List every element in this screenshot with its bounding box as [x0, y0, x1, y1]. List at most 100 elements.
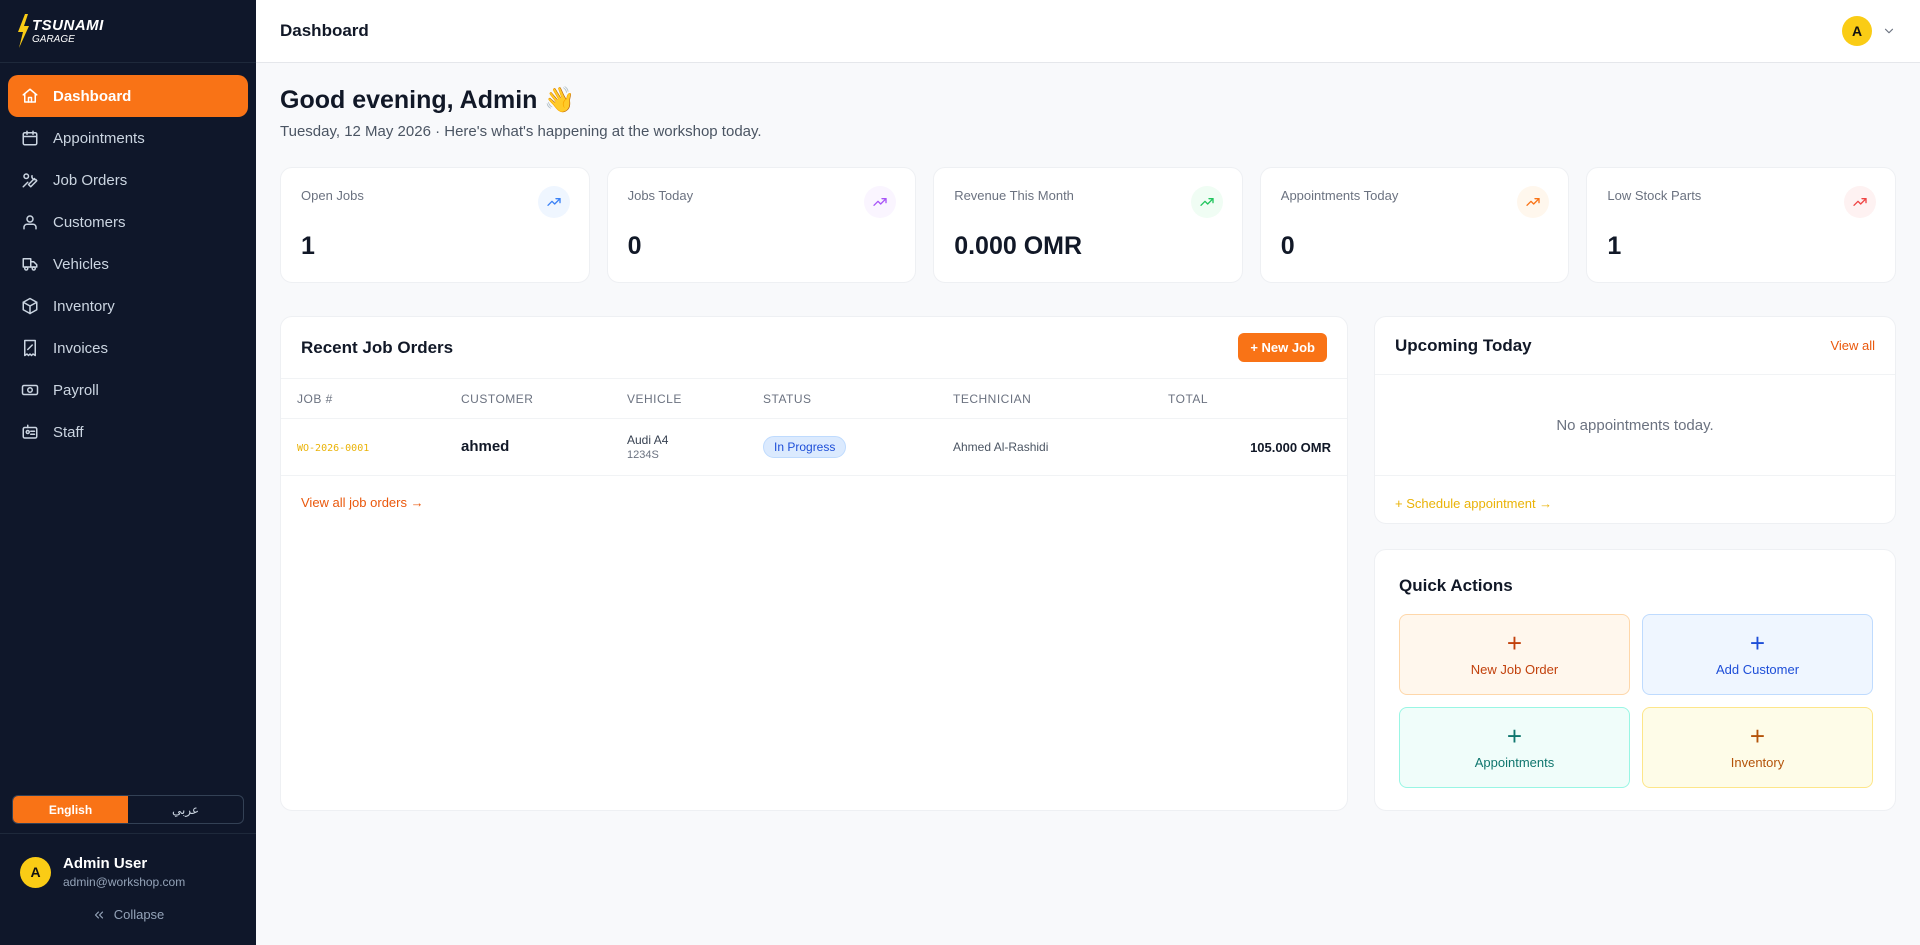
quick-action-add-customer[interactable]: + Add Customer — [1642, 614, 1873, 695]
receipt-icon — [24, 339, 36, 357]
table-row[interactable]: WO-2026-0001 ahmed Audi A4 1234S In Prog… — [281, 419, 1347, 476]
sidebar-nav: Dashboard Appointments Job Orders Custom… — [0, 63, 256, 465]
job-number-link[interactable]: WO-2026-0001 — [297, 443, 369, 454]
quick-action-appointments[interactable]: + Appointments — [1399, 707, 1630, 788]
stat-label: Revenue This Month — [954, 188, 1074, 203]
vehicle-model: Audi A4 — [627, 433, 669, 447]
sidebar-item-label: Dashboard — [53, 87, 132, 105]
quick-action-label: Inventory — [1730, 755, 1785, 770]
view-all-job-orders-link[interactable]: View all job orders → — [301, 495, 424, 510]
sidebar-item-label: Customers — [53, 213, 126, 231]
brand-logo[interactable]: TSUNAMI GARAGE — [16, 14, 104, 48]
customer-name: ahmed — [461, 438, 510, 455]
sidebar: TSUNAMI GARAGE Dashboard Appointments Jo… — [0, 0, 256, 945]
cash-icon — [21, 384, 39, 396]
quick-actions-card: Quick Actions + New Job Order + Add Cust… — [1374, 549, 1896, 811]
trending-up-icon — [537, 186, 570, 218]
collapse-label: Collapse — [113, 907, 165, 922]
brand-line2: GARAGE — [32, 33, 75, 45]
schedule-appointment-link[interactable]: + Schedule appointment → — [1375, 476, 1895, 531]
column-header[interactable]: JOB # — [281, 392, 461, 406]
sidebar-item-label: Inventory — [53, 297, 115, 315]
view-all-appointments-link[interactable]: View all — [1830, 338, 1875, 353]
status-badge: In Progress — [763, 436, 847, 458]
column-header[interactable]: STATUS — [763, 392, 953, 406]
topbar: Dashboard A — [256, 0, 1920, 63]
truck-icon — [22, 258, 38, 271]
table-header: JOB # CUSTOMER VEHICLE STATUS TECHNICIAN… — [281, 379, 1347, 419]
greeting-title: Good evening, Admin 👋 — [280, 86, 576, 114]
sidebar-item-label: Appointments — [53, 129, 145, 147]
job-total: 105.000 OMR — [1250, 439, 1331, 455]
stat-value: 1 — [301, 232, 315, 260]
stat-value: 1 — [1607, 232, 1622, 260]
card-title: Upcoming Today — [1395, 335, 1532, 355]
card-header: Recent Job Orders + New Job — [281, 317, 1347, 379]
stat-value: 0.000 OMR — [954, 232, 1083, 260]
sidebar-item-label: Payroll — [53, 381, 99, 399]
user-email: admin@workshop.com — [63, 875, 186, 889]
plus-icon: + — [1506, 628, 1523, 658]
quick-action-label: Add Customer — [1715, 662, 1800, 677]
stat-card-revenue[interactable]: Revenue This Month 0.000 OMR — [933, 167, 1243, 283]
trending-up-icon — [1190, 186, 1223, 218]
trending-up-icon — [1843, 186, 1876, 218]
users-icon — [23, 215, 37, 230]
trending-up-icon — [864, 186, 897, 218]
sidebar-item-payroll[interactable]: Payroll — [8, 369, 248, 411]
column-header[interactable]: TOTAL — [1168, 392, 1347, 406]
column-header[interactable]: TECHNICIAN — [953, 392, 1168, 406]
vehicle-plate: 1234S — [627, 449, 659, 461]
stat-card-jobs-today[interactable]: Jobs Today 0 — [606, 167, 917, 283]
sidebar-item-appointments[interactable]: Appointments — [8, 117, 248, 159]
user-name: Admin User — [63, 855, 148, 872]
stat-card-open-jobs[interactable]: Open Jobs 1 — [280, 167, 590, 283]
plus-icon: + — [1749, 721, 1766, 751]
sidebar-item-label: Vehicles — [53, 255, 109, 273]
sidebar-item-vehicles[interactable]: Vehicles — [8, 243, 248, 285]
sidebar-item-invoices[interactable]: Invoices — [8, 327, 248, 369]
stats-row: Open Jobs 1 Jobs Today 0 Revenue This Mo… — [280, 167, 1896, 283]
stat-value: 0 — [1280, 232, 1295, 260]
plus-icon: + — [1506, 721, 1523, 751]
quick-action-label: Appointments — [1474, 755, 1555, 770]
empty-state: No appointments today. — [1375, 375, 1895, 476]
upcoming-today-card: Upcoming Today View all No appointments … — [1374, 316, 1896, 524]
sidebar-item-staff[interactable]: Staff — [8, 411, 248, 453]
chevrons-left-icon — [94, 911, 103, 918]
language-toggle: English عربي — [12, 795, 244, 824]
user-menu[interactable]: A — [1842, 16, 1896, 46]
wrench-icon — [22, 173, 38, 188]
stat-label: Appointments Today — [1280, 188, 1399, 203]
stat-card-low-stock[interactable]: Low Stock Parts 1 — [1586, 167, 1896, 283]
new-job-button[interactable]: + New Job — [1238, 333, 1327, 362]
lang-english-button[interactable]: English — [13, 796, 128, 823]
stat-label: Open Jobs — [301, 188, 364, 203]
sidebar-item-dashboard[interactable]: Dashboard — [8, 75, 248, 117]
page-title: Dashboard — [280, 21, 369, 40]
sidebar-item-label: Job Orders — [53, 171, 128, 189]
quick-action-label: New Job Order — [1470, 662, 1559, 677]
recent-job-orders-card: Recent Job Orders + New Job JOB # CUSTOM… — [280, 316, 1348, 811]
lang-arabic-button[interactable]: عربي — [128, 796, 243, 823]
collapse-button[interactable]: Collapse — [0, 907, 256, 922]
sidebar-item-label: Staff — [53, 423, 84, 441]
sidebar-item-customers[interactable]: Customers — [8, 201, 248, 243]
stat-label: Jobs Today — [627, 188, 694, 203]
stat-card-appointments-today[interactable]: Appointments Today 0 — [1259, 167, 1570, 283]
quick-action-inventory[interactable]: + Inventory — [1642, 707, 1873, 788]
sidebar-divider — [0, 833, 256, 834]
chevron-down-icon — [1884, 28, 1894, 34]
sidebar-item-inventory[interactable]: Inventory — [8, 285, 248, 327]
logo-area: TSUNAMI GARAGE — [0, 0, 256, 63]
plus-icon: + — [1749, 628, 1766, 658]
quick-action-new-job-order[interactable]: + New Job Order — [1399, 614, 1630, 695]
user-profile[interactable]: A Admin User admin@workshop.com — [20, 855, 185, 889]
sidebar-item-label: Invoices — [53, 339, 109, 357]
avatar: A — [20, 856, 51, 888]
card-header: Upcoming Today View all — [1375, 317, 1895, 375]
column-header[interactable]: VEHICLE — [627, 392, 763, 406]
column-header[interactable]: CUSTOMER — [461, 392, 627, 406]
sidebar-item-job-orders[interactable]: Job Orders — [8, 159, 248, 201]
home-icon — [22, 88, 38, 103]
